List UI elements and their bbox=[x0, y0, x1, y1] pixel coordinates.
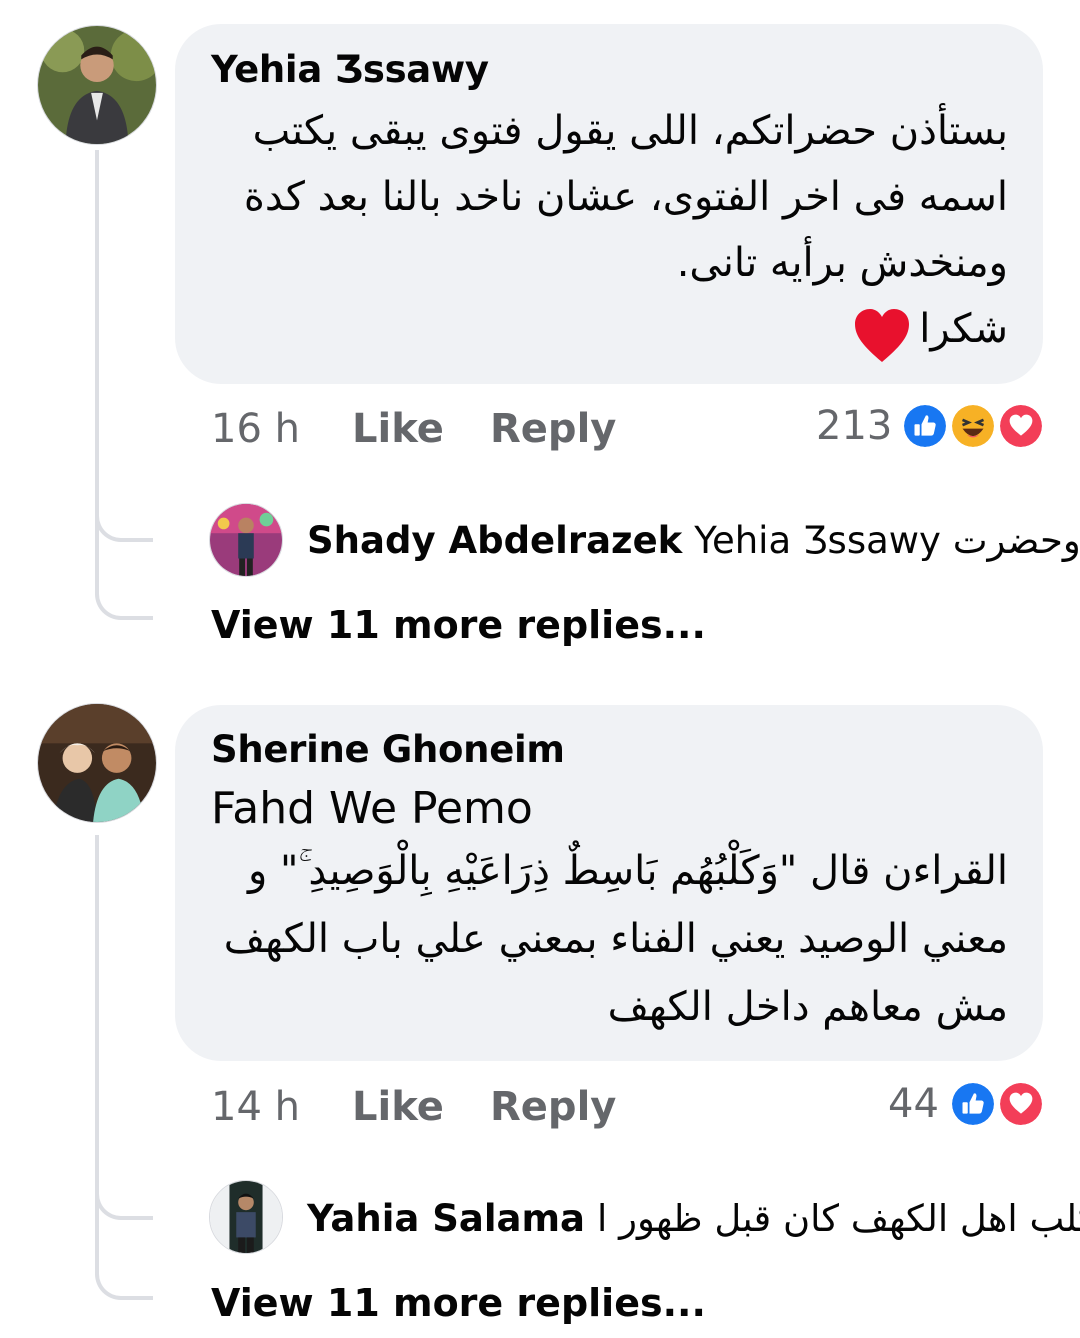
reply-snippet: كلب اهل الكهف كان قبل ظهور ا... bbox=[597, 1197, 1080, 1240]
comment-author[interactable]: Sherine Ghoneim bbox=[211, 728, 565, 771]
reply-preview[interactable]: Shady Abdelrazek Yehia Ʒssawy وحضرت... bbox=[307, 519, 1080, 562]
heart-emoji-icon bbox=[853, 308, 911, 364]
thread-connector bbox=[95, 530, 153, 620]
comment-text-line: مش معاهم داخل الكهف bbox=[607, 984, 1008, 1030]
reply-button[interactable]: Reply bbox=[490, 1084, 616, 1130]
comment-text-line: اسمه فى اخر الفتوى، عشان ناخد بالنا بعد … bbox=[243, 174, 1008, 220]
comment-text-line: ومنخدش برأيه تانى. bbox=[676, 240, 1008, 286]
comment-text-line: معني الوصيد يعني الفناء بمعني علي باب ال… bbox=[223, 916, 1008, 962]
reaction-count: 213 bbox=[816, 403, 893, 449]
love-icon bbox=[997, 1080, 1045, 1128]
reply-author[interactable]: Yahia Salama bbox=[307, 1197, 585, 1240]
love-icon bbox=[997, 402, 1045, 450]
comment-timestamp[interactable]: 16 h bbox=[211, 406, 300, 452]
thread-line bbox=[95, 150, 99, 530]
reply-author[interactable]: Shady Abdelrazek bbox=[307, 519, 682, 562]
reply-preview[interactable]: Yahia Salama كلب اهل الكهف كان قبل ظهور ا… bbox=[307, 1197, 1080, 1240]
thread-connector bbox=[95, 1210, 153, 1300]
comment-timestamp[interactable]: 14 h bbox=[211, 1084, 300, 1130]
comment-author[interactable]: Yehia Ʒssawy bbox=[211, 48, 489, 91]
like-button[interactable]: Like bbox=[352, 1084, 444, 1130]
view-more-replies-link[interactable]: View 11 more replies... bbox=[211, 603, 706, 647]
avatar[interactable] bbox=[37, 25, 157, 145]
mention-link[interactable]: Fahd We Pemo bbox=[211, 783, 533, 834]
like-icon bbox=[901, 402, 949, 450]
like-icon bbox=[949, 1080, 997, 1128]
thread-line bbox=[95, 835, 99, 1215]
reaction-count: 44 bbox=[888, 1081, 939, 1127]
comment-text-line: القراءن قال "وَكَلْبُهُم بَاسِطٌ ذِرَاعَ… bbox=[247, 848, 1008, 894]
like-button[interactable]: Like bbox=[352, 406, 444, 452]
comment-text-line: شكرا bbox=[919, 306, 1008, 352]
reply-button[interactable]: Reply bbox=[490, 406, 616, 452]
avatar[interactable] bbox=[37, 703, 157, 823]
haha-icon bbox=[949, 402, 997, 450]
comment-text-line: بستأذن حضراتكم، اللى يقول فتوى يبقى يكتب bbox=[252, 108, 1008, 154]
view-more-replies-link[interactable]: View 11 more replies... bbox=[211, 1281, 706, 1325]
reply-avatar[interactable] bbox=[209, 1180, 283, 1254]
reply-avatar[interactable] bbox=[209, 503, 283, 577]
reply-snippet: Yehia Ʒssawy وحضرت... bbox=[694, 519, 1080, 562]
